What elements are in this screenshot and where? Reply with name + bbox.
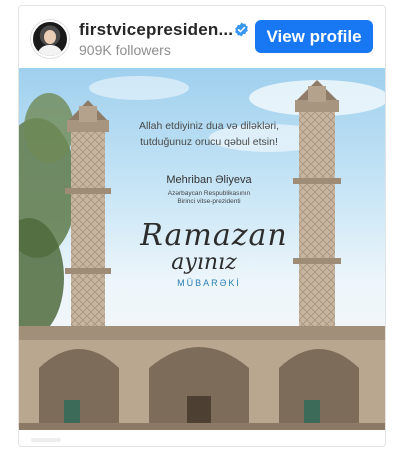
- greeting-subtitle: ayınız: [171, 250, 237, 275]
- minaret-right: [293, 80, 341, 338]
- signature-role: Azərbaycan Respublikasının Birinci vitse…: [129, 190, 289, 206]
- signature-role-line1: Azərbaycan Respublikasının: [167, 190, 251, 197]
- mosque-facade: [19, 326, 385, 430]
- signature-name: Mehriban Əliyeva: [166, 174, 252, 186]
- greeting-tagline: MÜBARƏKİ: [177, 278, 241, 288]
- post-footer: [19, 430, 385, 446]
- post-image[interactable]: Allah etdiyiniz dua və diləkləri, tutduğ…: [19, 68, 385, 430]
- avatar-shirt: [37, 45, 63, 56]
- profile-header: firstvicepresiden... 909K followers View…: [19, 6, 385, 68]
- profile-username[interactable]: firstvicepresiden...: [79, 20, 239, 40]
- verified-badge-icon: [235, 22, 248, 37]
- view-profile-button[interactable]: View profile: [255, 20, 373, 53]
- post-message: Allah etdiyiniz dua və diləkləri, tutduğ…: [138, 120, 280, 148]
- minaret-left: [65, 100, 111, 338]
- instagram-embed-card: firstvicepresiden... 909K followers View…: [18, 5, 386, 447]
- footer-placeholder: [31, 438, 61, 442]
- avatar[interactable]: [31, 20, 69, 58]
- followers-count: 909K followers: [79, 42, 171, 58]
- greeting-title: Ramazan: [140, 218, 288, 253]
- avatar-face: [44, 30, 56, 44]
- signature-role-line2: Birinci vitse-prezidenti: [177, 198, 241, 205]
